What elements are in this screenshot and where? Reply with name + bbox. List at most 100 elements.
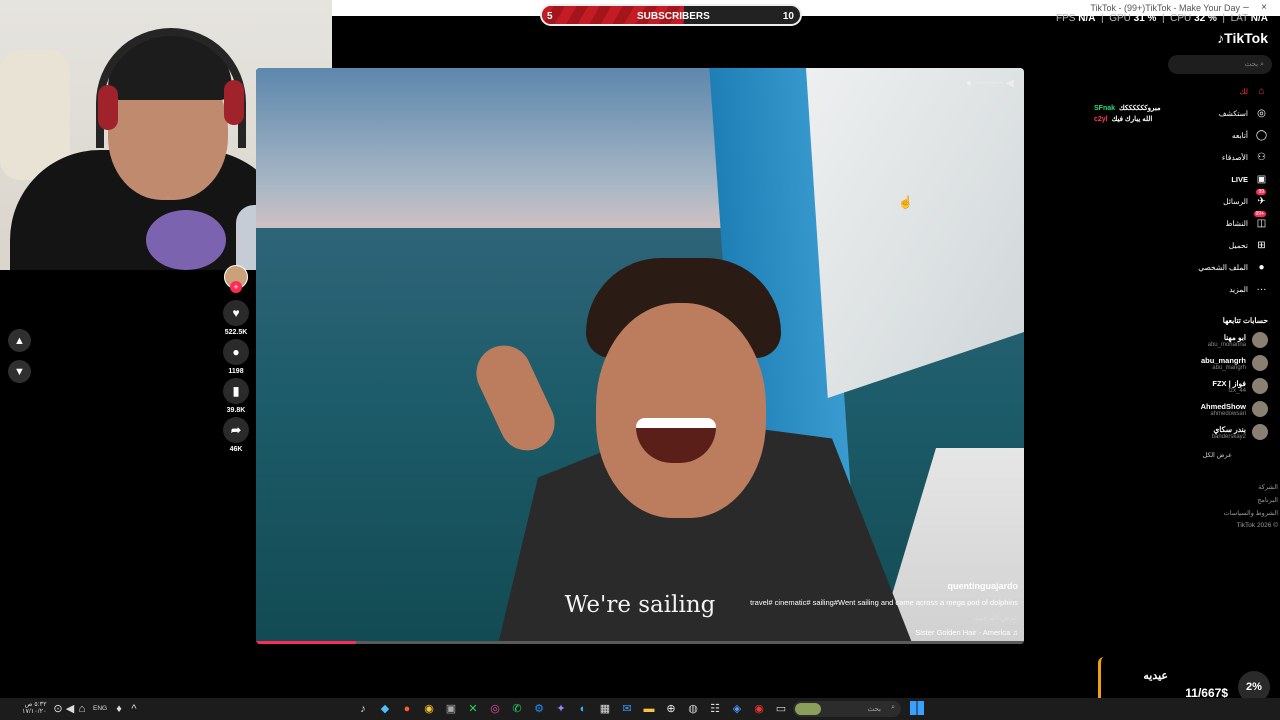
video-music[interactable]: Sister Golden Hair - America ♫	[915, 628, 1018, 637]
following-account[interactable]: AhmedShow ahmedowsari	[1201, 401, 1268, 417]
app-icon-5[interactable]: ◍	[685, 701, 701, 717]
mouse-cursor-icon: ☝	[898, 195, 913, 209]
sidebar-item-8[interactable]: الملف الشخصي ●	[1198, 258, 1268, 276]
live-icon: ▣	[1256, 173, 1267, 185]
store-icon[interactable]: ▦	[597, 701, 613, 717]
more-icon: ···	[1256, 283, 1267, 295]
language-indicator[interactable]: ENG	[93, 705, 107, 712]
search-highlight-image	[795, 703, 821, 715]
sidebar-item-9[interactable]: المزيد ···	[1229, 280, 1268, 298]
following-icon: ◯	[1255, 129, 1268, 141]
account-handle: banderskay2	[1211, 433, 1246, 440]
account-avatar	[1252, 332, 1268, 348]
chrome-icon[interactable]: ◉	[421, 701, 437, 717]
subscriber-goal-start: 5	[547, 11, 553, 22]
tiktok-logo[interactable]: ♪TikTok	[1217, 30, 1268, 46]
app-icon-2[interactable]: ●	[399, 701, 415, 717]
activity-icon: ◫	[1256, 217, 1267, 229]
sidebar-item-label: استكشف	[1218, 108, 1248, 118]
sidebar-item-label: الرسائل	[1223, 196, 1248, 206]
following-account[interactable]: FZX | فواز fzx_44	[1212, 378, 1268, 394]
teams-icon[interactable]: ✦	[553, 701, 569, 717]
sidebar-item-3[interactable]: الأصدقاء ⚇	[1222, 148, 1268, 166]
app-icon-1[interactable]: ◆	[377, 701, 393, 717]
footer-link[interactable]: الشركة	[1258, 483, 1278, 491]
like-action[interactable]: ♥ 522.5K	[222, 300, 250, 336]
task-view-icon[interactable]: ▭	[773, 701, 789, 717]
save-action[interactable]: ▮ 39.8K	[222, 378, 250, 414]
account-name: بندر سكاي	[1213, 424, 1246, 434]
xbox-icon[interactable]: ✕	[465, 701, 481, 717]
instagram-icon[interactable]: ◎	[487, 701, 503, 717]
footer-link[interactable]: TikTok 2026 ©	[1237, 522, 1278, 529]
tray-chevron-up-icon[interactable]: ^	[126, 701, 142, 717]
previous-video-button[interactable]: ▲	[8, 329, 31, 352]
window-title: TikTok - (99+)TikTok - Make Your Day	[1090, 3, 1240, 13]
taskbar-clock[interactable]: ٥:٣٢ ص ١٧/١٠/٢٠	[22, 701, 47, 715]
steam-icon[interactable]: ⚙	[531, 701, 547, 717]
account-avatar	[1252, 424, 1268, 440]
sidebar-item-1[interactable]: استكشف ◎	[1219, 104, 1268, 122]
edge-icon[interactable]: ◐	[575, 701, 591, 717]
upload-icon: ⊞	[1257, 239, 1266, 251]
search-placeholder: بحث	[1244, 61, 1259, 68]
sidebar-item-0[interactable]: لك ⌂	[1239, 82, 1268, 100]
sidebar-item-6[interactable]: النشاط 99+ ◫	[1225, 211, 1268, 232]
comment-icon: ●	[223, 339, 249, 365]
share-action[interactable]: ➦ 46K	[222, 417, 250, 453]
video-player[interactable]: ● ──── ◀ We're sailing quentinguajardo t…	[256, 68, 1024, 644]
video-progress-bar[interactable]	[256, 641, 1024, 644]
notification-badge: 99	[1256, 189, 1266, 195]
folder-icon[interactable]: ▬	[641, 701, 657, 717]
subscriber-goal-bar: 5 SUBSCRIBERS 10	[540, 4, 802, 26]
translate-link[interactable]: عرض الترجمة	[974, 613, 1018, 622]
sidebar-item-label: الأصدقاء	[1221, 152, 1248, 162]
footer-link[interactable]: الشروط والسياسات	[1224, 509, 1278, 517]
following-account[interactable]: abu_mangrh abu_mangrh	[1201, 355, 1268, 371]
network-icon[interactable]: ⌂	[74, 701, 90, 717]
app-icon-6[interactable]: ☷	[707, 701, 723, 717]
account-name: ابو مهنا	[1223, 332, 1246, 342]
mail-icon[interactable]: ✉	[619, 701, 635, 717]
chat-text: الله يبارك فيك	[1111, 116, 1153, 123]
account-avatar	[1252, 401, 1268, 417]
volume-slider[interactable]: ● ──── ◀	[966, 78, 1014, 89]
account-name: abu_mangrh	[1200, 355, 1246, 365]
mic-icon[interactable]: ♦	[111, 701, 127, 717]
follow-plus-icon[interactable]: +	[230, 281, 242, 293]
windows-taskbar: ٥:٣٢ ص ١٧/١٠/٢٠ ⊙ ◀ ⌂ ENG ♦ ^ ♪ ◆ ● ◉ ▣ …	[0, 698, 1280, 720]
app-icon-7[interactable]: ◈	[729, 701, 745, 717]
chat-text: مبروككككككك	[1119, 105, 1161, 112]
speaker-icon[interactable]: ◀	[1006, 78, 1014, 89]
video-description: travel# cinematic# sailing#Went sailing …	[750, 598, 1018, 607]
following-account[interactable]: ابو مهنا abu_mohanna	[1208, 332, 1268, 348]
app-icon-4[interactable]: ⊕	[663, 701, 679, 717]
taskbar-search[interactable]: بحث ⌕	[793, 701, 901, 717]
tiktok-taskbar-icon[interactable]: ♪	[355, 701, 371, 717]
next-video-button[interactable]: ▼	[8, 360, 31, 383]
sidebar-item-7[interactable]: تحميل ⊞	[1229, 236, 1268, 254]
account-handle: fzx_44	[1228, 387, 1246, 394]
sidebar-item-label: أتابعه	[1231, 130, 1248, 140]
windows-start-icon[interactable]	[910, 701, 924, 715]
sidebar-item-5[interactable]: الرسائل 99 ✈	[1223, 189, 1268, 210]
donation-title: عيديه	[1143, 670, 1168, 682]
app-icon-3[interactable]: ▣	[443, 701, 459, 717]
account-text: بندر سكاي banderskay2	[1212, 425, 1246, 440]
search-input[interactable]: بحث ⌕	[1168, 55, 1272, 74]
video-author[interactable]: quentinguajardo	[948, 581, 1019, 591]
account-text: FZX | فواز fzx_44	[1212, 379, 1246, 394]
footer-link[interactable]: البرنامج	[1257, 496, 1278, 504]
whatsapp-icon[interactable]: ✆	[509, 701, 525, 717]
clock-time: ٥:٣٢ ص	[24, 701, 47, 708]
account-avatar	[1252, 378, 1268, 394]
see-all-link[interactable]: عرض الكل	[1203, 451, 1232, 459]
app-icon-8[interactable]: ◉	[751, 701, 767, 717]
sidebar-item-2[interactable]: أتابعه ◯	[1232, 126, 1268, 144]
following-account[interactable]: بندر سكاي banderskay2	[1212, 424, 1268, 440]
profile-icon: ●	[1258, 261, 1265, 273]
account-name: AhmedShow	[1200, 401, 1246, 411]
sidebar-item-4[interactable]: LIVE ▣	[1231, 170, 1268, 188]
comment-action[interactable]: ● 1198	[222, 339, 250, 375]
account-handle: abu_mangrh	[1212, 364, 1246, 371]
